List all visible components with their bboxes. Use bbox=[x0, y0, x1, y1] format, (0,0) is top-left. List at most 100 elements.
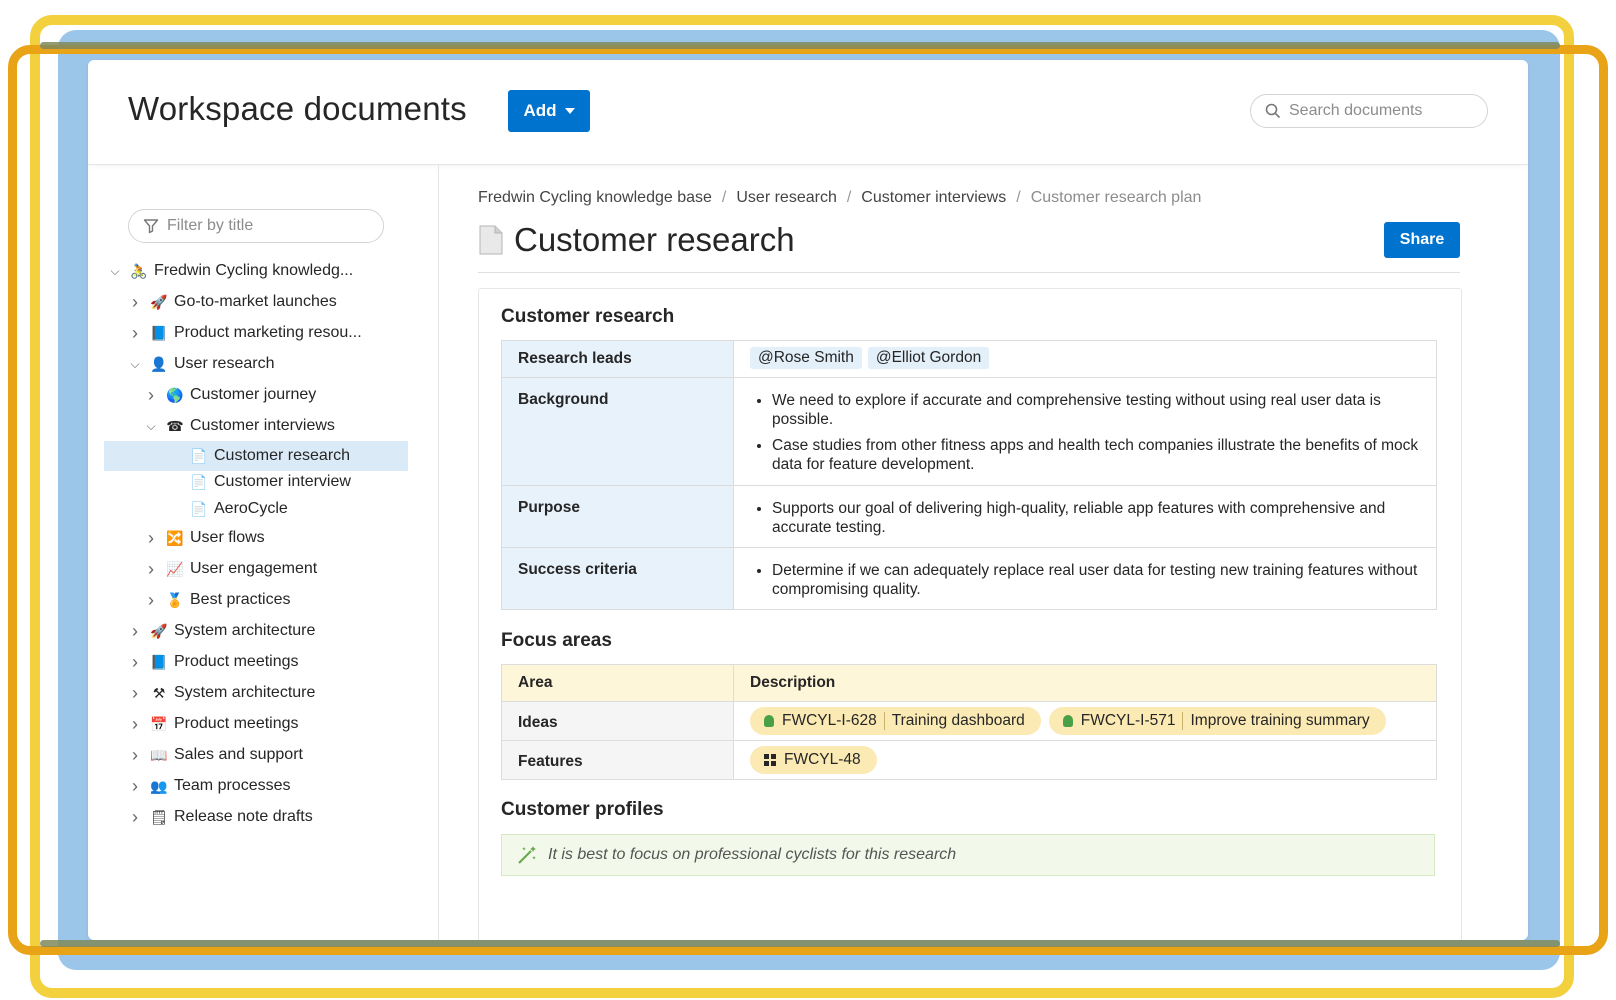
sidebar-item[interactable]: ⌵ ☎ Customer interviews bbox=[144, 412, 335, 440]
chevron-right-icon[interactable]: › bbox=[144, 590, 158, 610]
add-button[interactable]: Add bbox=[508, 90, 590, 132]
app-window: Workspace documents Add Search documents… bbox=[88, 60, 1528, 940]
idea-name: Improve training summary bbox=[1190, 712, 1370, 729]
idea-id: FWCYL-I-571 bbox=[1080, 712, 1176, 729]
filter-icon bbox=[143, 219, 159, 234]
calendar-icon: 📅 bbox=[150, 715, 168, 732]
search-icon bbox=[1265, 103, 1281, 119]
open-book-icon: 📖 bbox=[150, 746, 168, 763]
chevron-down-icon[interactable]: ⌵ bbox=[108, 264, 122, 278]
add-button-label: Add bbox=[523, 101, 557, 120]
chevron-down-icon[interactable]: ⌵ bbox=[128, 357, 142, 371]
chevron-right-icon[interactable]: › bbox=[128, 621, 142, 641]
search-input[interactable]: Search documents bbox=[1250, 94, 1488, 128]
list-item: We need to explore if accurate and compr… bbox=[772, 391, 1420, 429]
feature-chip[interactable]: FWCYL-48 bbox=[750, 746, 877, 774]
document-icon bbox=[479, 225, 503, 255]
sidebar-item[interactable]: › 🌎 Customer journey bbox=[144, 381, 316, 409]
lightbulb-icon bbox=[764, 715, 774, 727]
chevron-right-icon[interactable]: › bbox=[144, 528, 158, 548]
sidebar-item-label: Sales and support bbox=[174, 746, 303, 763]
rocket-icon: 🚀 bbox=[150, 293, 168, 310]
share-button[interactable]: Share bbox=[1384, 222, 1460, 258]
sidebar-item[interactable]: › 📖 Sales and support bbox=[128, 741, 303, 769]
user-mention[interactable]: @Elliot Gordon bbox=[867, 347, 990, 369]
ideas-cell: FWCYL-I-628 Training dashboard FWCYL-I-571… bbox=[733, 701, 1437, 741]
purpose-label: Purpose bbox=[501, 485, 734, 548]
breadcrumb-link[interactable]: Customer interviews bbox=[861, 189, 1006, 207]
sidebar-item-label: System architecture bbox=[174, 622, 316, 639]
decorative-band-bottom bbox=[40, 940, 1560, 947]
sidebar-item[interactable]: 📄 AeroCycle bbox=[168, 495, 288, 523]
chevron-right-icon[interactable]: › bbox=[128, 323, 142, 343]
sidebar-item[interactable]: › 📈 User engagement bbox=[144, 555, 317, 583]
magic-wand-icon bbox=[518, 846, 536, 864]
sidebar-item[interactable]: › 📘 Product marketing resou... bbox=[128, 319, 362, 347]
sidebar-item[interactable]: › 🏅 Best practices bbox=[144, 586, 290, 614]
notepad-icon: 🗒 bbox=[150, 808, 168, 825]
table-header-row: Area Description bbox=[501, 664, 1437, 702]
filter-placeholder: Filter by title bbox=[167, 217, 254, 234]
sidebar-item[interactable]: › 🚀 System architecture bbox=[128, 617, 315, 645]
chip-divider bbox=[883, 712, 885, 730]
idea-id: FWCYL-I-628 bbox=[782, 712, 877, 729]
sidebar-item-label: Product marketing resou... bbox=[174, 324, 362, 341]
sidebar-item[interactable]: 📄 Customer research bbox=[104, 441, 408, 471]
user-mention[interactable]: @Rose Smith bbox=[750, 347, 862, 369]
features-cell: FWCYL-48 bbox=[733, 740, 1437, 780]
top-bar: Workspace documents Add Search documents bbox=[88, 60, 1528, 165]
chevron-right-icon[interactable]: › bbox=[128, 776, 142, 796]
research-leads-cell: @Rose Smith @Elliot Gordon bbox=[733, 340, 1437, 378]
sidebar-item[interactable]: › 🚀 Go-to-market launches bbox=[128, 288, 337, 316]
breadcrumb-current: Customer research plan bbox=[1030, 189, 1202, 206]
tools-icon: ⚒ bbox=[152, 684, 166, 701]
chevron-right-icon[interactable]: › bbox=[128, 683, 142, 703]
sidebar-item[interactable]: › ⚒ System architecture bbox=[128, 679, 315, 707]
sidebar-item[interactable]: ⌵ 👤 User research bbox=[128, 350, 274, 378]
sidebar-item[interactable]: › 👥 Team processes bbox=[128, 772, 291, 800]
chevron-right-icon[interactable]: › bbox=[128, 652, 142, 672]
table-row: Purpose Supports our goal of delivering … bbox=[501, 485, 1437, 548]
chevron-right-icon[interactable]: › bbox=[144, 559, 158, 579]
sidebar-item[interactable]: › 🗒 Release note drafts bbox=[128, 803, 313, 831]
sidebar-item-label: Fredwin Cycling knowledg... bbox=[154, 262, 354, 279]
chevron-right-icon[interactable]: › bbox=[128, 745, 142, 765]
list-item: Supports our goal of delivering high-qua… bbox=[772, 499, 1420, 537]
chevron-right-icon[interactable]: › bbox=[144, 385, 158, 405]
globe-icon: 🌎 bbox=[166, 386, 184, 403]
feature-id: FWCYL-48 bbox=[784, 751, 861, 768]
breadcrumb-link[interactable]: User research bbox=[736, 189, 836, 207]
sidebar-item-label: System architecture bbox=[174, 684, 316, 701]
chevron-right-icon[interactable]: › bbox=[128, 292, 142, 312]
chevron-down-icon[interactable]: ⌵ bbox=[144, 419, 158, 433]
purpose-list: Supports our goal of delivering high-qua… bbox=[750, 499, 1420, 537]
sidebar-item-label: Customer interview bbox=[214, 473, 351, 490]
sidebar-item[interactable]: › 📅 Product meetings bbox=[128, 710, 299, 738]
sidebar-item[interactable]: › 📘 Product meetings bbox=[128, 648, 299, 676]
people-icon: 👥 bbox=[150, 777, 168, 794]
sidebar-item-label: Product meetings bbox=[174, 653, 299, 670]
ideas-label: Ideas bbox=[501, 701, 734, 741]
sidebar-item[interactable]: ⌵ 🚴 Fredwin Cycling knowledg... bbox=[108, 257, 353, 285]
book-icon: 📘 bbox=[150, 653, 168, 670]
research-leads-label: Research leads bbox=[501, 340, 734, 378]
caret-down-icon bbox=[564, 108, 575, 114]
sidebar-item[interactable]: 📄 Customer interview bbox=[168, 468, 351, 496]
breadcrumb-separator: / bbox=[846, 189, 852, 206]
breadcrumb-link[interactable]: Fredwin Cycling knowledge base bbox=[478, 189, 712, 207]
feature-grid-icon bbox=[764, 754, 776, 766]
chevron-right-icon[interactable]: › bbox=[128, 807, 142, 827]
tip-callout: It is best to focus on professional cycl… bbox=[501, 834, 1435, 876]
page-title: Workspace documents bbox=[128, 90, 467, 127]
idea-chip[interactable]: FWCYL-I-571 Improve training summary bbox=[1048, 707, 1386, 735]
filter-input[interactable]: Filter by title bbox=[128, 209, 384, 243]
chevron-right-icon[interactable]: › bbox=[128, 714, 142, 734]
document-body: Customer research Research leads @Rose S… bbox=[478, 288, 1462, 940]
document-icon: 📄 bbox=[190, 500, 208, 517]
features-label: Features bbox=[501, 740, 734, 780]
idea-chip[interactable]: FWCYL-I-628 Training dashboard bbox=[750, 707, 1041, 735]
title-divider bbox=[478, 272, 1460, 273]
sidebar-item[interactable]: › 🔀 User flows bbox=[144, 524, 265, 552]
